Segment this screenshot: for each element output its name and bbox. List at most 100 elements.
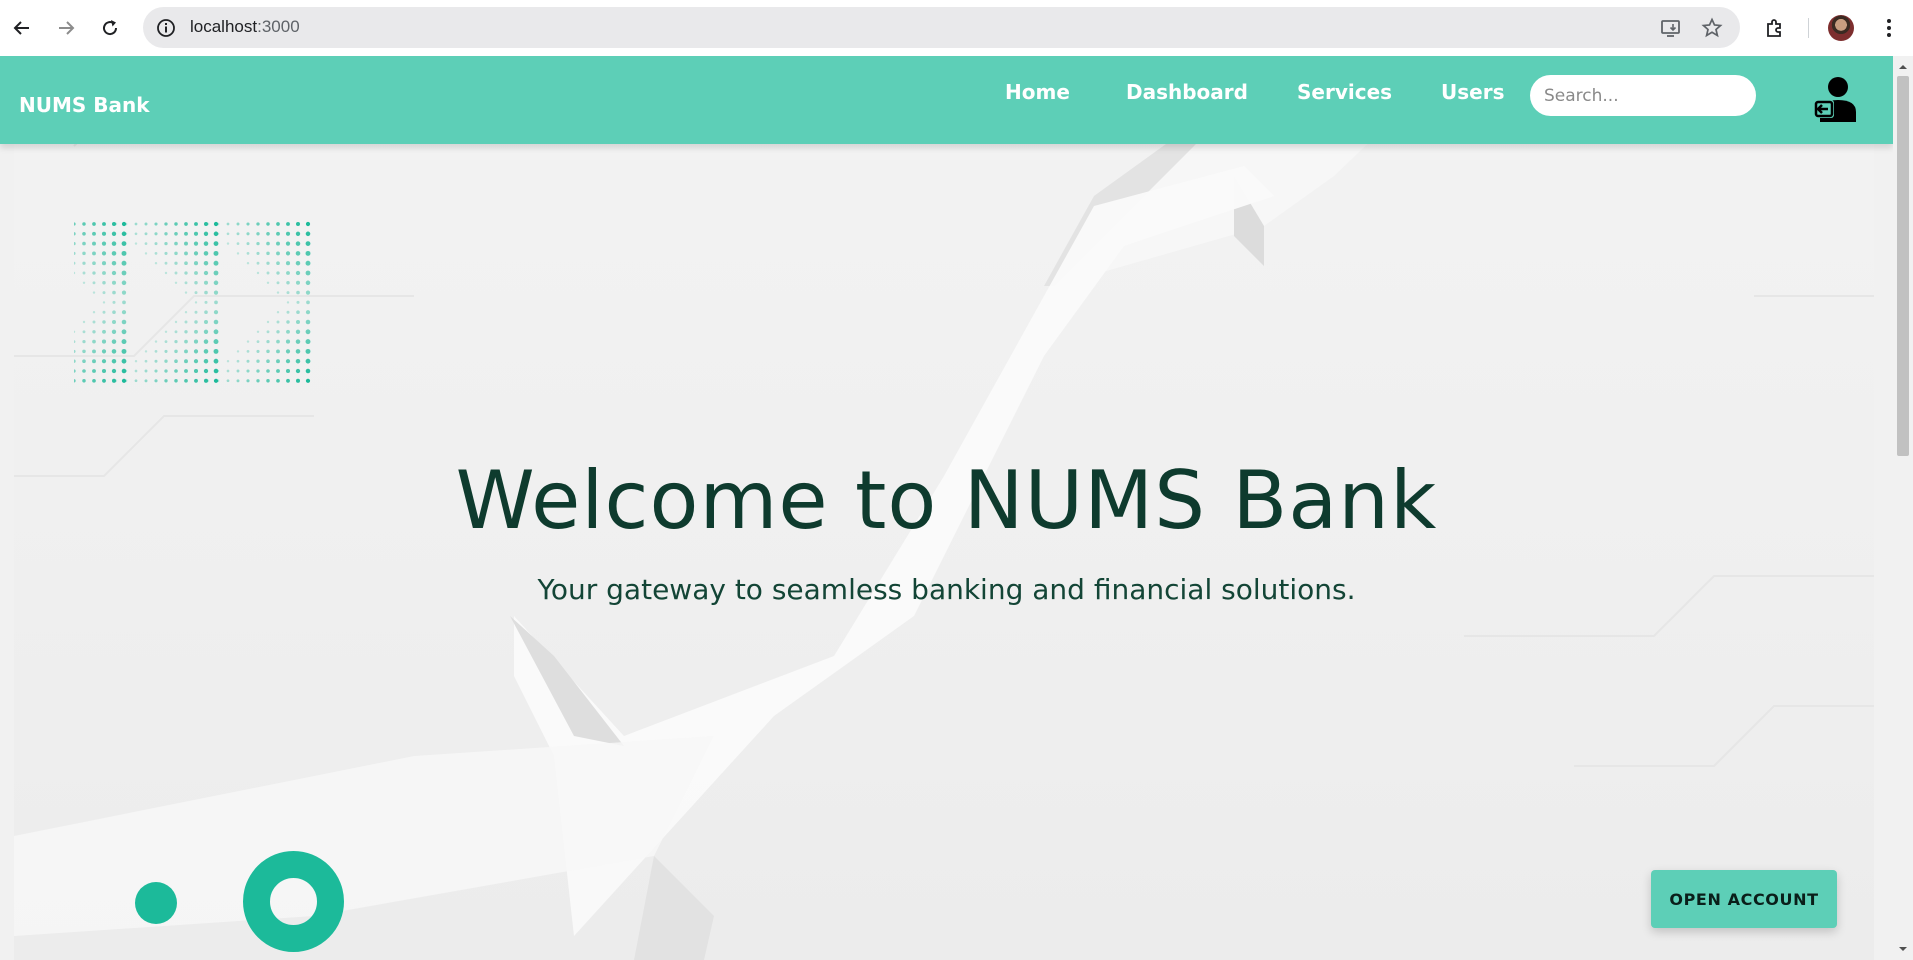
halftone-dot [213,329,219,335]
halftone-dot [154,369,158,373]
scroll-up-arrow-icon[interactable] [1898,62,1908,72]
nav-link-services[interactable]: Services [1297,80,1392,104]
scrollbar-thumb[interactable] [1897,76,1909,456]
halftone-dot [276,251,280,256]
halftone-dot [74,241,76,246]
halftone-dot [266,281,270,284]
halftone-dot [286,301,290,304]
halftone-dot [74,369,76,373]
halftone-dot [92,330,96,334]
halftone-dot [112,300,116,304]
url-text[interactable]: localhost:3000 [190,17,300,37]
halftone-dot [266,359,270,363]
halftone-dot [121,241,127,246]
halftone-dot [184,281,188,285]
halftone-dot [184,291,188,294]
extensions-button[interactable] [1759,12,1791,44]
halftone-dot [144,232,148,236]
halftone-dot [144,222,148,226]
halftone-dot [295,368,301,374]
halftone-dot [276,281,280,285]
halftone-dot [213,348,219,354]
nav-link-home[interactable]: Home [1005,80,1070,104]
halftone-dot [256,251,260,255]
halftone-dot [92,311,96,314]
halftone-dot [194,301,198,304]
halftone-dot [276,369,280,373]
halftone-dot [246,222,250,226]
halftone-dot [82,251,86,256]
browser-menu-button[interactable] [1873,12,1905,44]
halftone-dot [266,339,270,344]
halftone-dot [154,350,158,353]
halftone-dot [286,222,290,226]
halftone-dot [174,281,178,284]
halftone-dot [266,251,270,256]
halftone-dot [305,260,311,266]
halftone-dot [203,358,209,364]
halftone-dot [305,250,311,256]
browser-toolbar: localhost:3000 [0,0,1913,56]
halftone-dot [305,231,311,237]
halftone-dot [164,340,168,344]
halftone-dot [82,369,86,373]
halftone-dot [285,339,291,344]
halftone-dot [92,291,96,294]
halftone-dot [285,349,291,354]
halftone-dot [203,280,209,285]
halftone-dot [74,271,76,275]
halftone-dot [114,379,118,382]
nav-link-dashboard[interactable]: Dashboard [1126,80,1248,104]
halftone-dot [266,379,270,383]
halftone-dot [102,320,106,324]
halftone-dot [92,359,96,364]
halftone-dot [154,222,158,226]
bookmark-star-icon[interactable] [1700,16,1724,40]
halftone-dot [134,360,138,363]
halftone-dot [82,359,86,363]
install-app-icon[interactable] [1659,16,1683,40]
halftone-dot [111,251,117,256]
halftone-dot [306,300,310,305]
user-login-icon[interactable] [1812,74,1860,124]
halftone-dot [121,358,127,364]
halftone-dot [102,301,106,304]
halftone-dot [174,359,178,363]
site-info-icon[interactable] [155,17,177,39]
profile-button[interactable] [1825,12,1857,44]
halftone-dot [236,369,240,373]
search-input[interactable] [1530,75,1756,116]
page-scrollbar[interactable] [1893,56,1913,960]
address-bar[interactable]: localhost:3000 [143,7,1740,48]
halftone-dot [101,251,107,256]
halftone-dot [121,339,127,345]
scroll-down-arrow-icon[interactable] [1898,944,1908,954]
halftone-dot [305,241,311,246]
halftone-dot [74,232,76,236]
halftone-dot [305,378,311,383]
halftone-dot [92,271,96,275]
halftone-dot [256,340,260,344]
halftone-dot [266,222,270,226]
halftone-dot [134,379,138,383]
brand-logo-text[interactable]: NUMS Bank [19,93,150,117]
open-account-button[interactable]: OPEN ACCOUNT [1651,870,1837,928]
halftone-dot [213,270,219,276]
reload-button[interactable] [94,12,126,44]
halftone-dot [164,330,168,333]
forward-button[interactable] [50,12,82,44]
halftone-dot [134,369,138,373]
halftone-dot [286,291,290,295]
halftone-dot [112,290,116,295]
avatar [1828,15,1854,41]
halftone-dot [204,310,208,314]
nav-link-users[interactable]: Users [1441,80,1504,104]
halftone-dot [203,368,209,374]
halftone-dot [164,349,168,353]
halftone-dot [124,232,128,235]
halftone-dot [154,232,158,236]
back-button[interactable] [6,12,38,44]
reload-icon [103,20,118,36]
halftone-dot [82,330,86,334]
halftone-dot [295,349,301,354]
